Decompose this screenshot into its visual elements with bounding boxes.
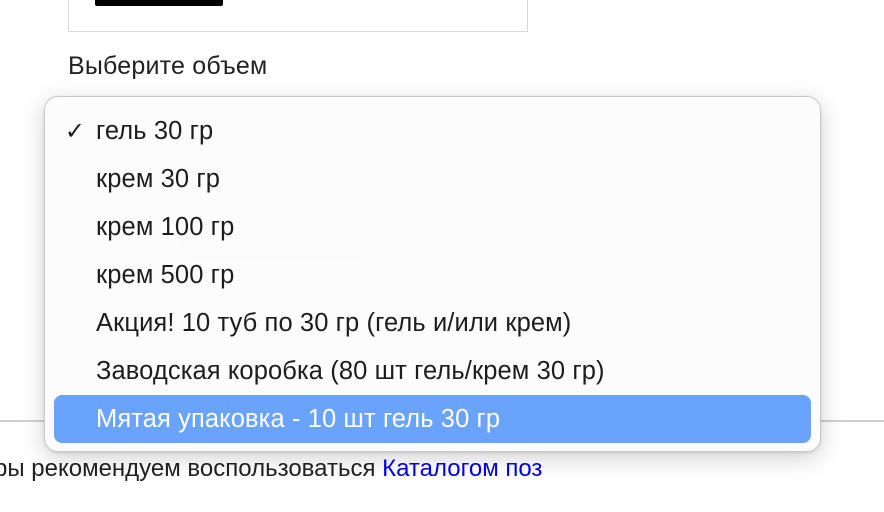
option-cream-100[interactable]: крем 100 гр (54, 203, 811, 251)
option-cream-500[interactable]: крем 500 гр (54, 251, 811, 299)
option-label: Заводская коробка (80 шт гель/крем 30 гр… (96, 356, 605, 385)
option-factory-box[interactable]: Заводская коробка (80 шт гель/крем 30 гр… (54, 347, 811, 395)
page: Выберите объем ры рекомендуем воспользов… (0, 0, 884, 512)
volume-select-label: Выберите объем (68, 52, 268, 80)
product-image-card (68, 0, 528, 32)
option-label: крем 100 гр (96, 212, 235, 241)
option-promo-10-tubes[interactable]: Акция! 10 туб по 30 гр (гель и/или крем) (54, 299, 811, 347)
catalog-hint-text: ры рекомендуем воспользоваться (0, 455, 383, 482)
catalog-hint: ры рекомендуем воспользоваться Каталогом… (0, 455, 542, 483)
checkmark-icon: ✓ (64, 117, 86, 145)
option-cream-30[interactable]: крем 30 гр (54, 155, 811, 203)
option-label: крем 30 гр (96, 164, 221, 193)
option-damaged-package[interactable]: Мятая упаковка - 10 шт гель 30 гр (54, 395, 811, 443)
option-label: гель 30 гр (96, 116, 214, 145)
volume-dropdown-menu[interactable]: ✓ гель 30 гр крем 30 гр крем 100 гр крем… (44, 96, 821, 452)
catalog-link[interactable]: Каталогом поз (382, 455, 542, 482)
option-gel-30[interactable]: ✓ гель 30 гр (54, 107, 811, 155)
option-label: Мятая упаковка - 10 шт гель 30 гр (96, 404, 501, 433)
option-label: крем 500 гр (96, 260, 235, 289)
option-label: Акция! 10 туб по 30 гр (гель и/или крем) (96, 308, 572, 337)
product-image-fragment (95, 0, 223, 6)
